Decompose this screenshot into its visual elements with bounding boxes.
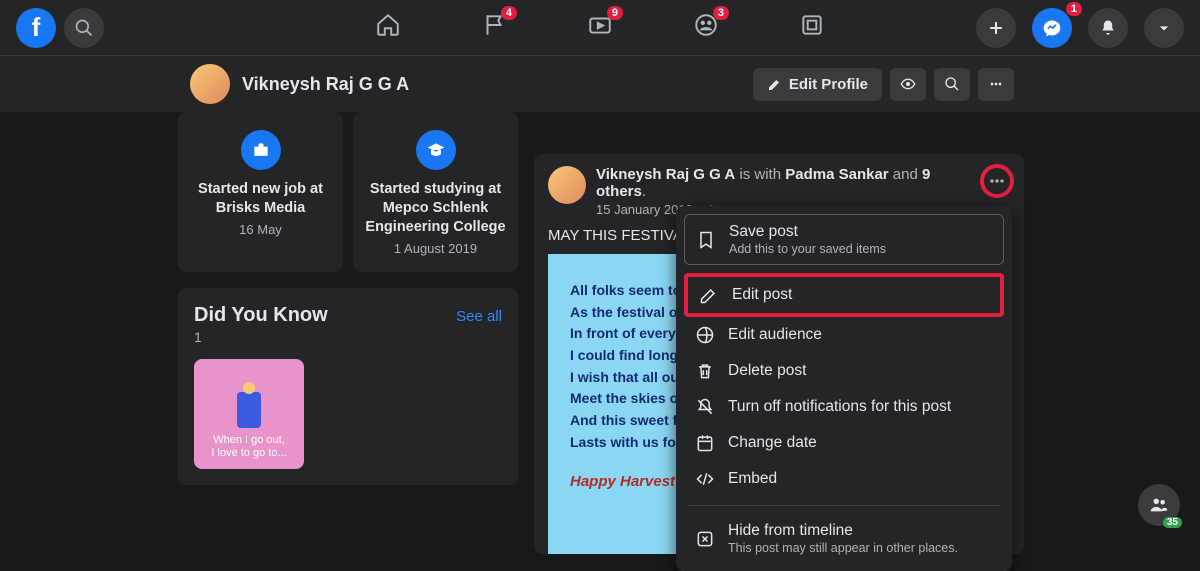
- profile-name: Vikneysh Raj G G A: [242, 74, 409, 95]
- post-author-avatar[interactable]: [548, 166, 586, 204]
- messenger-badge: 1: [1066, 2, 1082, 16]
- menu-turn-off-notifications[interactable]: Turn off notifications for this post: [684, 389, 1004, 425]
- plus-icon: [986, 18, 1006, 38]
- nav-pages[interactable]: 4: [481, 12, 507, 43]
- calendar-icon: [694, 433, 716, 453]
- dyk-tile[interactable]: When I go out,I love to go to...: [194, 359, 304, 469]
- search-icon: [944, 76, 960, 92]
- dots-icon: [987, 171, 1007, 191]
- nav-gaming[interactable]: [799, 12, 825, 43]
- pages-badge: 4: [501, 6, 517, 20]
- facebook-logo[interactable]: f: [16, 8, 56, 48]
- profile-search-button[interactable]: [934, 68, 970, 101]
- write-comment-bar[interactable]: [534, 110, 1024, 122]
- post-headline: Vikneysh Raj G G A is with Padma Sankar …: [596, 166, 980, 200]
- post-author-name[interactable]: Vikneysh Raj G G A: [596, 166, 735, 183]
- life-event-date: 1 August 2019: [363, 241, 508, 256]
- pencil-icon: [698, 285, 720, 305]
- pencil-icon: [767, 76, 783, 92]
- bell-off-icon: [694, 397, 716, 417]
- gaming-icon: [799, 12, 825, 38]
- trash-icon: [694, 361, 716, 381]
- dyk-title: Did You Know: [194, 304, 328, 327]
- life-event-date: 16 May: [188, 222, 333, 237]
- edit-profile-label: Edit Profile: [789, 76, 868, 93]
- people-icon: [1148, 494, 1170, 516]
- profile-header: Vikneysh Raj G G A Edit Profile: [0, 56, 1200, 112]
- chevron-down-icon: [1154, 18, 1174, 38]
- globe-icon: [694, 325, 716, 345]
- watch-badge: 9: [607, 6, 623, 20]
- nav-home[interactable]: [375, 12, 401, 43]
- nav-groups[interactable]: 3: [693, 12, 719, 43]
- profile-more-button[interactable]: [978, 68, 1014, 101]
- did-you-know-card: Did You Know See all 1 When I go out,I l…: [178, 288, 518, 485]
- code-icon: [694, 469, 716, 489]
- messenger-icon: [1042, 18, 1062, 38]
- edit-profile-button[interactable]: Edit Profile: [753, 68, 882, 101]
- groups-badge: 3: [713, 6, 729, 20]
- life-event-title: Started new job atBrisks Media: [188, 180, 333, 218]
- person-figure-icon: [237, 392, 261, 428]
- dyk-see-all-link[interactable]: See all: [456, 308, 502, 325]
- eye-icon: [900, 76, 916, 92]
- nav-center: 4 9 3: [375, 12, 825, 43]
- bell-icon: [1098, 18, 1118, 38]
- menu-edit-post[interactable]: Edit post: [684, 273, 1004, 317]
- dots-icon: [988, 76, 1004, 92]
- menu-save-post[interactable]: Save post Add this to your saved items: [684, 214, 1004, 265]
- profile-actions: Edit Profile: [753, 68, 1014, 101]
- briefcase-icon: [241, 130, 281, 170]
- menu-divider: [688, 505, 1000, 506]
- avatar[interactable]: [190, 64, 230, 104]
- post-tagged-name[interactable]: Padma Sankar: [785, 166, 888, 183]
- menu-embed[interactable]: Embed: [684, 461, 1004, 497]
- post-menu-button[interactable]: [980, 164, 1014, 198]
- friends-float-button[interactable]: 35: [1138, 484, 1180, 526]
- life-event-title: Started studying atMepco Schlenk Enginee…: [363, 180, 508, 237]
- nav-watch[interactable]: 9: [587, 12, 613, 43]
- post-options-menu: Save post Add this to your saved items E…: [676, 206, 1012, 571]
- bookmark-icon: [695, 230, 717, 250]
- left-column: Started new job atBrisks Media 16 May St…: [178, 112, 518, 554]
- create-button[interactable]: [976, 8, 1016, 48]
- menu-delete-post[interactable]: Delete post: [684, 353, 1004, 389]
- messenger-button[interactable]: 1: [1032, 8, 1072, 48]
- graduation-icon: [416, 130, 456, 170]
- home-icon: [375, 12, 401, 38]
- menu-edit-audience[interactable]: Edit audience: [684, 317, 1004, 353]
- life-event-card[interactable]: Started new job atBrisks Media 16 May: [178, 112, 343, 272]
- dyk-tile-text: When I go out,I love to go to...: [211, 434, 286, 460]
- x-box-icon: [694, 529, 716, 549]
- notifications-button[interactable]: [1088, 8, 1128, 48]
- life-events: Started new job atBrisks Media 16 May St…: [178, 112, 518, 272]
- search-icon: [74, 18, 94, 38]
- menu-change-date[interactable]: Change date: [684, 425, 1004, 461]
- content: Started new job atBrisks Media 16 May St…: [0, 112, 1200, 554]
- topbar: f 4 9 3 1: [0, 0, 1200, 56]
- view-as-button[interactable]: [890, 68, 926, 101]
- friends-count-badge: 35: [1163, 517, 1182, 528]
- search-button[interactable]: [64, 8, 104, 48]
- life-event-card[interactable]: Started studying atMepco Schlenk Enginee…: [353, 112, 518, 272]
- account-button[interactable]: [1144, 8, 1184, 48]
- topbar-right: 1: [968, 8, 1184, 48]
- dyk-count: 1: [194, 329, 502, 345]
- menu-hide-from-timeline[interactable]: Hide from timeline This post may still a…: [684, 514, 1004, 563]
